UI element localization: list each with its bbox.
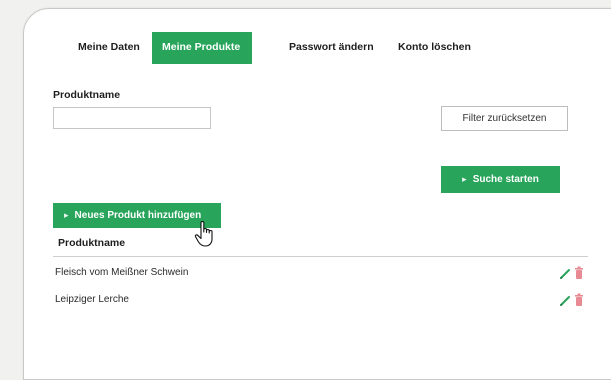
tab-passwort-aendern[interactable]: Passwort ändern [289,41,374,53]
tab-meine-daten[interactable]: Meine Daten [78,41,140,53]
tab-konto-loeschen[interactable]: Konto löschen [398,41,471,53]
pencil-icon[interactable] [559,268,571,280]
chevron-right-icon: ▸ [462,174,467,184]
trash-icon[interactable] [574,293,584,307]
table-row-product-name: Leipziger Lerche [55,294,129,305]
product-name-filter-input[interactable] [53,107,211,129]
search-button-label: Suche starten [472,174,539,185]
tab-meine-produkte[interactable]: Meine Produkte [152,32,253,64]
trash-icon[interactable] [574,266,584,280]
reset-filter-button[interactable]: Filter zurücksetzen [441,106,568,131]
account-panel [23,8,611,380]
chevron-right-icon: ▸ [64,210,69,220]
add-product-button-label: Neues Produkt hinzufügen [74,210,202,221]
table-row-product-name: Fleisch vom Meißner Schwein [55,267,189,278]
search-button[interactable]: ▸ Suche starten [441,166,560,193]
hand-pointer-icon [194,220,213,247]
pencil-icon[interactable] [559,295,571,307]
product-name-column-header: Produktname [58,237,126,249]
product-name-filter-label: Produktname [53,89,121,101]
table-header-divider [53,256,588,257]
